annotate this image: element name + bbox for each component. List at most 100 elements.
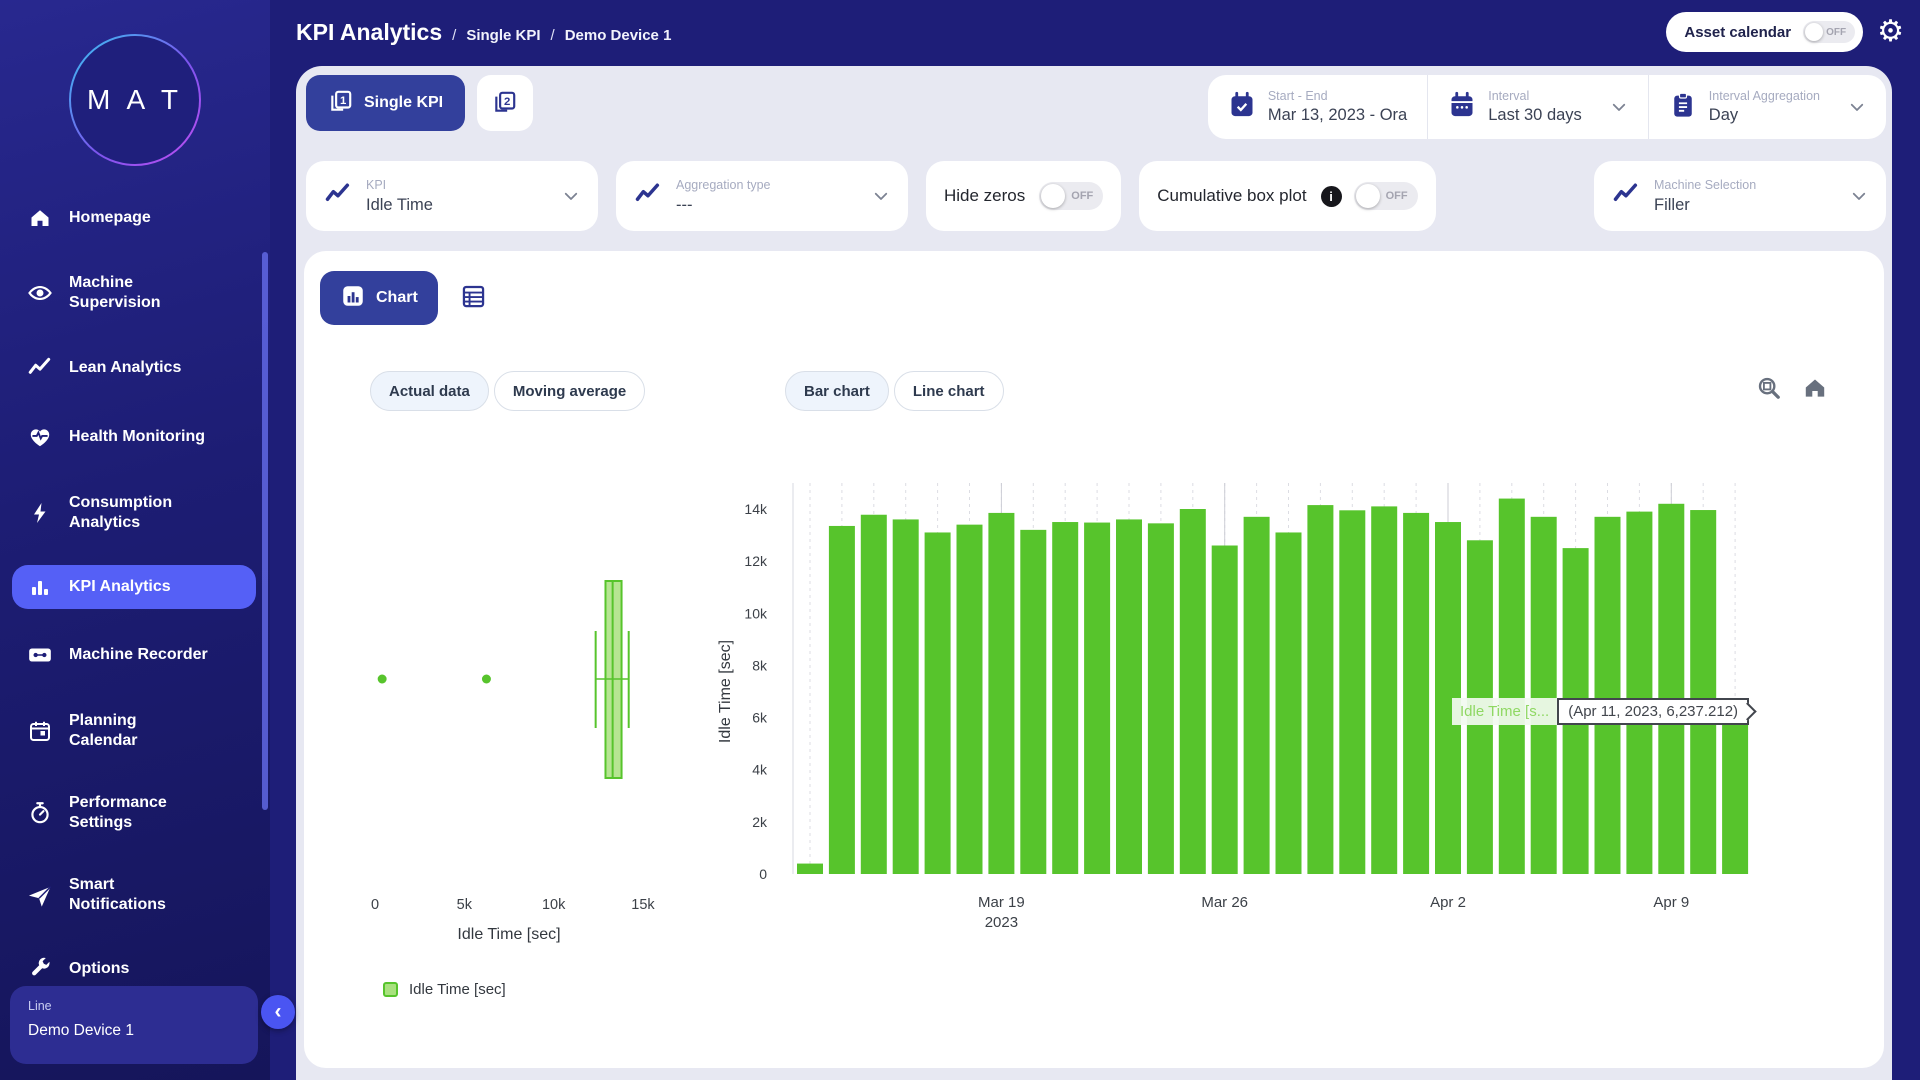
machine-selection-select[interactable]: Machine Selection Filler bbox=[1594, 161, 1886, 231]
topbar-right: Asset calendar OFF ⚙ bbox=[1666, 12, 1904, 52]
asset-calendar-pill[interactable]: Asset calendar OFF bbox=[1666, 12, 1863, 52]
interval-aggregation-select[interactable]: Interval Aggregation Day bbox=[1648, 75, 1886, 139]
chevron-down-icon bbox=[1848, 98, 1866, 116]
tab-bar-chart[interactable]: Bar chart bbox=[785, 371, 889, 411]
breadcrumb-item[interactable]: Single KPI bbox=[466, 27, 540, 44]
gear-icon[interactable]: ⚙ bbox=[1877, 17, 1904, 47]
line-selector-card[interactable]: Line Demo Device 1 bbox=[10, 986, 258, 1064]
cumulative-box-plot-card: Cumulative box plot i OFF bbox=[1139, 161, 1435, 231]
asset-calendar-label: Asset calendar bbox=[1684, 24, 1791, 41]
sidebar-item-options[interactable]: Options bbox=[12, 947, 256, 991]
tooltip-value: (Apr 11, 2023, 6,237.212) bbox=[1557, 698, 1749, 725]
sidebar-item-label: Homepage bbox=[69, 208, 151, 228]
toolbar-row: 1 Single KPI 2 Start - End Mar 13, 2023 … bbox=[296, 66, 1892, 139]
topbar: KPI Analytics / Single KPI / Demo Device… bbox=[296, 0, 1920, 64]
tab-moving-average[interactable]: Moving average bbox=[494, 371, 645, 411]
sidebar-item-smart-notifications[interactable]: Smart Notifications bbox=[12, 865, 256, 924]
table-view-button[interactable] bbox=[460, 283, 487, 313]
breadcrumb-item[interactable]: Demo Device 1 bbox=[565, 27, 672, 44]
trend-icon bbox=[634, 180, 662, 213]
data-mode-tabs: Actual data Moving average bbox=[370, 371, 645, 411]
chevron-down-icon bbox=[1850, 187, 1868, 205]
interval-select[interactable]: Interval Last 30 days bbox=[1427, 75, 1648, 139]
start-end-field[interactable]: Start - End Mar 13, 2023 - Ora bbox=[1208, 75, 1427, 139]
legend-swatch bbox=[383, 982, 398, 997]
sidebar-item-lean-analytics[interactable]: Lean Analytics bbox=[12, 345, 256, 391]
start-end-label: Start - End bbox=[1268, 89, 1407, 103]
sidebar-item-machine-supervision[interactable]: Machine Supervision bbox=[12, 263, 256, 322]
multi-kpi-tab[interactable]: 2 bbox=[477, 75, 533, 131]
cassette-icon bbox=[24, 642, 56, 668]
sidebar-item-label: Performance Settings bbox=[69, 793, 167, 832]
chart-view-label: Chart bbox=[376, 289, 418, 307]
kpi-select-label: KPI bbox=[366, 178, 546, 192]
zoom-glyph bbox=[1756, 375, 1782, 404]
sidebar-nav: Homepage Machine Supervision Lean Analyt… bbox=[0, 196, 270, 991]
single-kpi-icon: 1 bbox=[328, 88, 354, 119]
line-device-name: Demo Device 1 bbox=[28, 1022, 240, 1040]
kpi-select[interactable]: KPI Idle Time bbox=[306, 161, 598, 231]
svg-text:Idle Time [sec]: Idle Time [sec] bbox=[457, 926, 560, 943]
chevron-down-icon bbox=[1610, 98, 1628, 116]
svg-text:10k: 10k bbox=[542, 897, 566, 913]
main-panel: 1 Single KPI 2 Start - End Mar 13, 2023 … bbox=[296, 66, 1892, 1080]
tab-line-chart[interactable]: Line chart bbox=[894, 371, 1004, 411]
svg-text:0: 0 bbox=[371, 897, 379, 913]
sidebar-item-planning-calendar[interactable]: Planning Calendar bbox=[12, 701, 256, 760]
info-icon[interactable]: i bbox=[1321, 186, 1342, 207]
date-range-card: Start - End Mar 13, 2023 - Ora Interval … bbox=[1208, 75, 1886, 139]
sidebar-collapse-button[interactable]: ‹ bbox=[261, 995, 295, 1029]
legend-label: Idle Time [sec] bbox=[409, 981, 506, 998]
svg-text:2023: 2023 bbox=[985, 914, 1018, 931]
svg-text:Apr 9: Apr 9 bbox=[1653, 894, 1689, 911]
aggregation-type-texts: Aggregation type --- bbox=[676, 178, 856, 215]
sidebar-item-machine-recorder[interactable]: Machine Recorder bbox=[12, 632, 256, 678]
reset-home-icon[interactable] bbox=[1802, 375, 1828, 404]
sidebar-item-consumption-analytics[interactable]: Consumption Analytics bbox=[12, 483, 256, 542]
svg-text:6k: 6k bbox=[752, 710, 768, 726]
machine-selection-value: Filler bbox=[1654, 196, 1834, 215]
toggle-knob bbox=[1805, 23, 1823, 41]
cumulative-box-plot-toggle[interactable]: OFF bbox=[1354, 182, 1418, 210]
toggle-state-label: OFF bbox=[1826, 27, 1846, 38]
chevron-down-icon bbox=[562, 187, 580, 205]
heart-pulse-icon bbox=[24, 424, 56, 450]
chart-legend[interactable]: Idle Time [sec] bbox=[383, 981, 506, 998]
chart-button-icon bbox=[340, 283, 366, 314]
svg-text:1: 1 bbox=[340, 95, 346, 107]
aggregation-type-value: --- bbox=[676, 196, 856, 215]
home-icon bbox=[24, 206, 56, 230]
tab-actual-data[interactable]: Actual data bbox=[370, 371, 489, 411]
chart-view-button[interactable]: Chart bbox=[320, 271, 438, 325]
interval-aggregation-label: Interval Aggregation bbox=[1709, 89, 1820, 103]
sidebar-item-homepage[interactable]: Homepage bbox=[12, 196, 256, 240]
sidebar-item-health-monitoring[interactable]: Health Monitoring bbox=[12, 414, 256, 460]
trend-icon bbox=[324, 180, 352, 213]
stopwatch-icon bbox=[24, 800, 56, 826]
single-kpi-tab[interactable]: 1 Single KPI bbox=[306, 75, 465, 131]
kpi-mode-switch: 1 Single KPI 2 bbox=[306, 75, 533, 131]
svg-text:14k: 14k bbox=[744, 501, 768, 517]
aggregation-type-select[interactable]: Aggregation type --- bbox=[616, 161, 908, 231]
sidebar-item-label: Machine Recorder bbox=[69, 645, 208, 665]
sidebar-scrollbar[interactable] bbox=[262, 252, 268, 810]
hide-zeros-toggle[interactable]: OFF bbox=[1039, 182, 1103, 210]
zoom-icon[interactable] bbox=[1756, 375, 1782, 404]
interval-texts: Interval Last 30 days bbox=[1488, 89, 1582, 125]
boxplot-svg[interactable]: 05k10k15kIdle Time [sec] bbox=[340, 461, 690, 961]
multi-kpi-icon: 2 bbox=[492, 89, 518, 118]
sidebar-item-performance-settings[interactable]: Performance Settings bbox=[12, 783, 256, 842]
start-end-texts: Start - End Mar 13, 2023 - Ora bbox=[1268, 89, 1407, 125]
asset-calendar-toggle[interactable]: OFF bbox=[1803, 21, 1855, 43]
sidebar-item-label: Machine Supervision bbox=[69, 273, 161, 312]
page-title: KPI Analytics bbox=[296, 19, 442, 46]
sidebar-item-kpi-analytics[interactable]: KPI Analytics bbox=[12, 565, 256, 609]
single-kpi-label: Single KPI bbox=[364, 94, 443, 112]
trend-icon bbox=[24, 355, 56, 381]
calendar-icon bbox=[1448, 91, 1476, 124]
chart-card: Chart Actual data Moving average Bar cha… bbox=[304, 251, 1884, 1068]
svg-text:12k: 12k bbox=[744, 553, 768, 569]
chart-toolbar-icons bbox=[1756, 375, 1828, 404]
line-label: Line bbox=[28, 999, 240, 1013]
svg-text:8k: 8k bbox=[752, 657, 768, 673]
